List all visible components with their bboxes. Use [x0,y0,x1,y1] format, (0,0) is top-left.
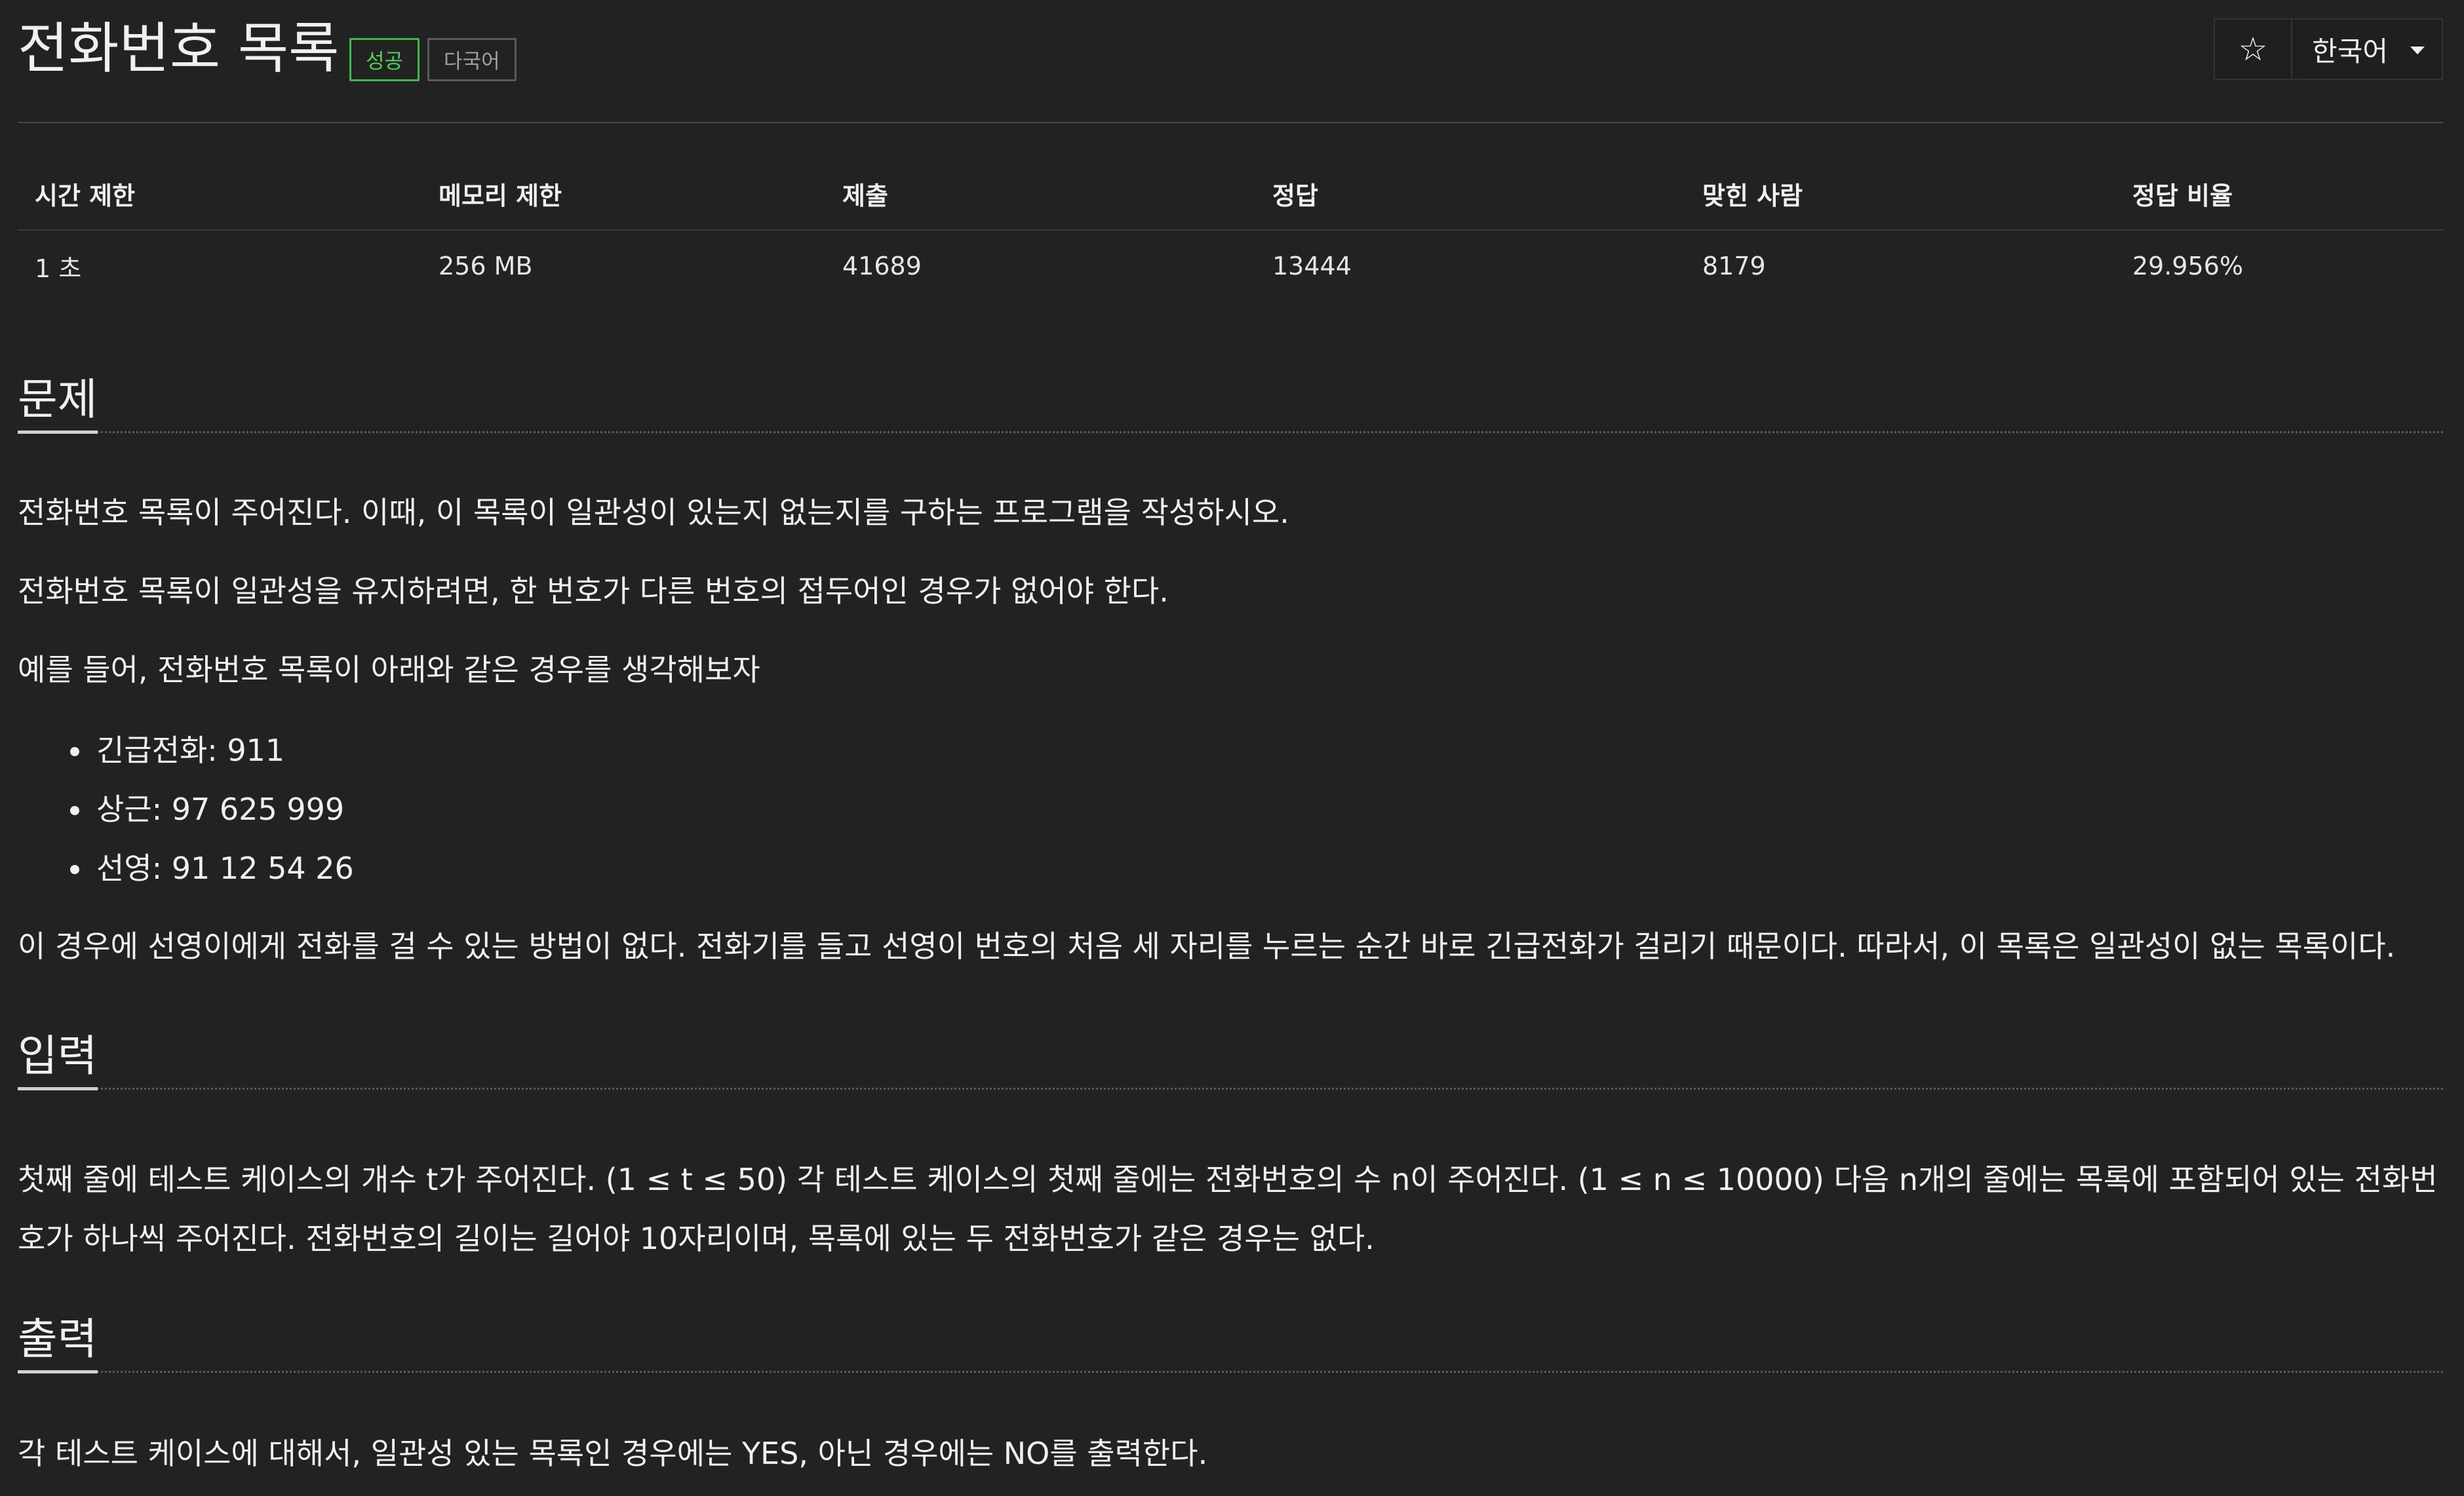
problem-paragraph: 전화번호 목록이 일관성을 유지하려면, 한 번호가 다른 번호의 접두어인 경… [18,573,1169,609]
output-heading: 출력 [18,1314,98,1364]
problem-section: 문제 [18,359,2443,434]
language-select[interactable]: 한국어 [2292,20,2442,79]
accept-ratio-value: 29.956% [2132,252,2244,280]
input-heading: 입력 [18,1031,98,1081]
output-section: 출력 [18,1299,2443,1373]
list-item: 상근: 97 625 999 [18,790,354,849]
solvers-value[interactable]: 8179 [1685,230,2115,301]
problem-paragraph: 예를 들어, 전화번호 목록이 아래와 같은 경우를 생각해보자 [18,652,760,687]
language-label: 한국어 [2312,35,2388,67]
submissions-header: 제출 [825,157,1255,231]
input-section-head: 입력 [18,1016,2443,1090]
page-title: 전화번호 목록 [18,16,340,81]
multilang-badge[interactable]: 다국어 [427,38,517,81]
output-section-head: 출력 [18,1299,2443,1373]
problem-paragraph: 전화번호 목록이 주어진다. 이때, 이 목록이 일관성이 있는지 없는지를 구… [18,495,1289,530]
input-text: 첫째 줄에 테스트 케이스의 개수 t가 주어진다. (1 ≤ t ≤ 50) … [18,1162,2438,1256]
info-value-row: 1 초 256 MB 41689 13444 8179 29.956% [18,230,2443,301]
info-header-row: 시간 제한 메모리 제한 제출 정답 맞힌 사람 정답 비율 [18,157,2443,231]
page-header: 전화번호 목록 성공 다국어 ☆ 한국어 [18,0,2443,123]
output-text: 각 테스트 케이스에 대해서, 일관성 있는 목록인 경우에는 YES, 아닌 … [18,1436,1208,1471]
heading-underline [18,1370,98,1373]
accepted-header: 정답 [1255,157,1685,231]
time-limit-value: 1 초 [35,254,82,283]
success-badge[interactable]: 성공 [349,38,420,81]
problem-section-head: 문제 [18,359,2443,434]
submissions-value[interactable]: 41689 [825,230,1255,301]
list-item: 긴급전화: 911 [18,731,354,790]
time-limit-header: 시간 제한 [18,157,421,231]
problem-badges: 성공 다국어 [349,38,517,81]
memory-limit-value: 256 MB [439,252,533,280]
heading-underline [18,431,98,434]
problem-paragraph: 이 경우에 선영이에게 전화를 걸 수 있는 방법이 없다. 전화기를 들고 선… [18,929,2396,964]
phone-list: 긴급전화: 911 상근: 97 625 999 선영: 91 12 54 26 [18,731,354,908]
star-icon[interactable]: ☆ [2215,20,2293,79]
solvers-header: 맞힌 사람 [1685,157,2115,231]
problem-page: 전화번호 목록 성공 다국어 ☆ 한국어 시간 제한 메모리 제한 제출 정답 … [18,0,2443,1471]
input-section: 입력 [18,1016,2443,1090]
list-item: 선영: 91 12 54 26 [18,849,354,908]
accepted-value[interactable]: 13444 [1255,230,1685,301]
heading-underline [18,1087,98,1090]
accept-ratio-header: 정답 비율 [2115,157,2443,231]
memory-limit-header: 메모리 제한 [421,157,825,231]
chevron-down-icon [2410,47,2425,54]
header-controls: ☆ 한국어 [2214,18,2443,80]
problem-info-table: 시간 제한 메모리 제한 제출 정답 맞힌 사람 정답 비율 1 초 256 M… [18,157,2443,301]
problem-heading: 문제 [18,374,98,425]
